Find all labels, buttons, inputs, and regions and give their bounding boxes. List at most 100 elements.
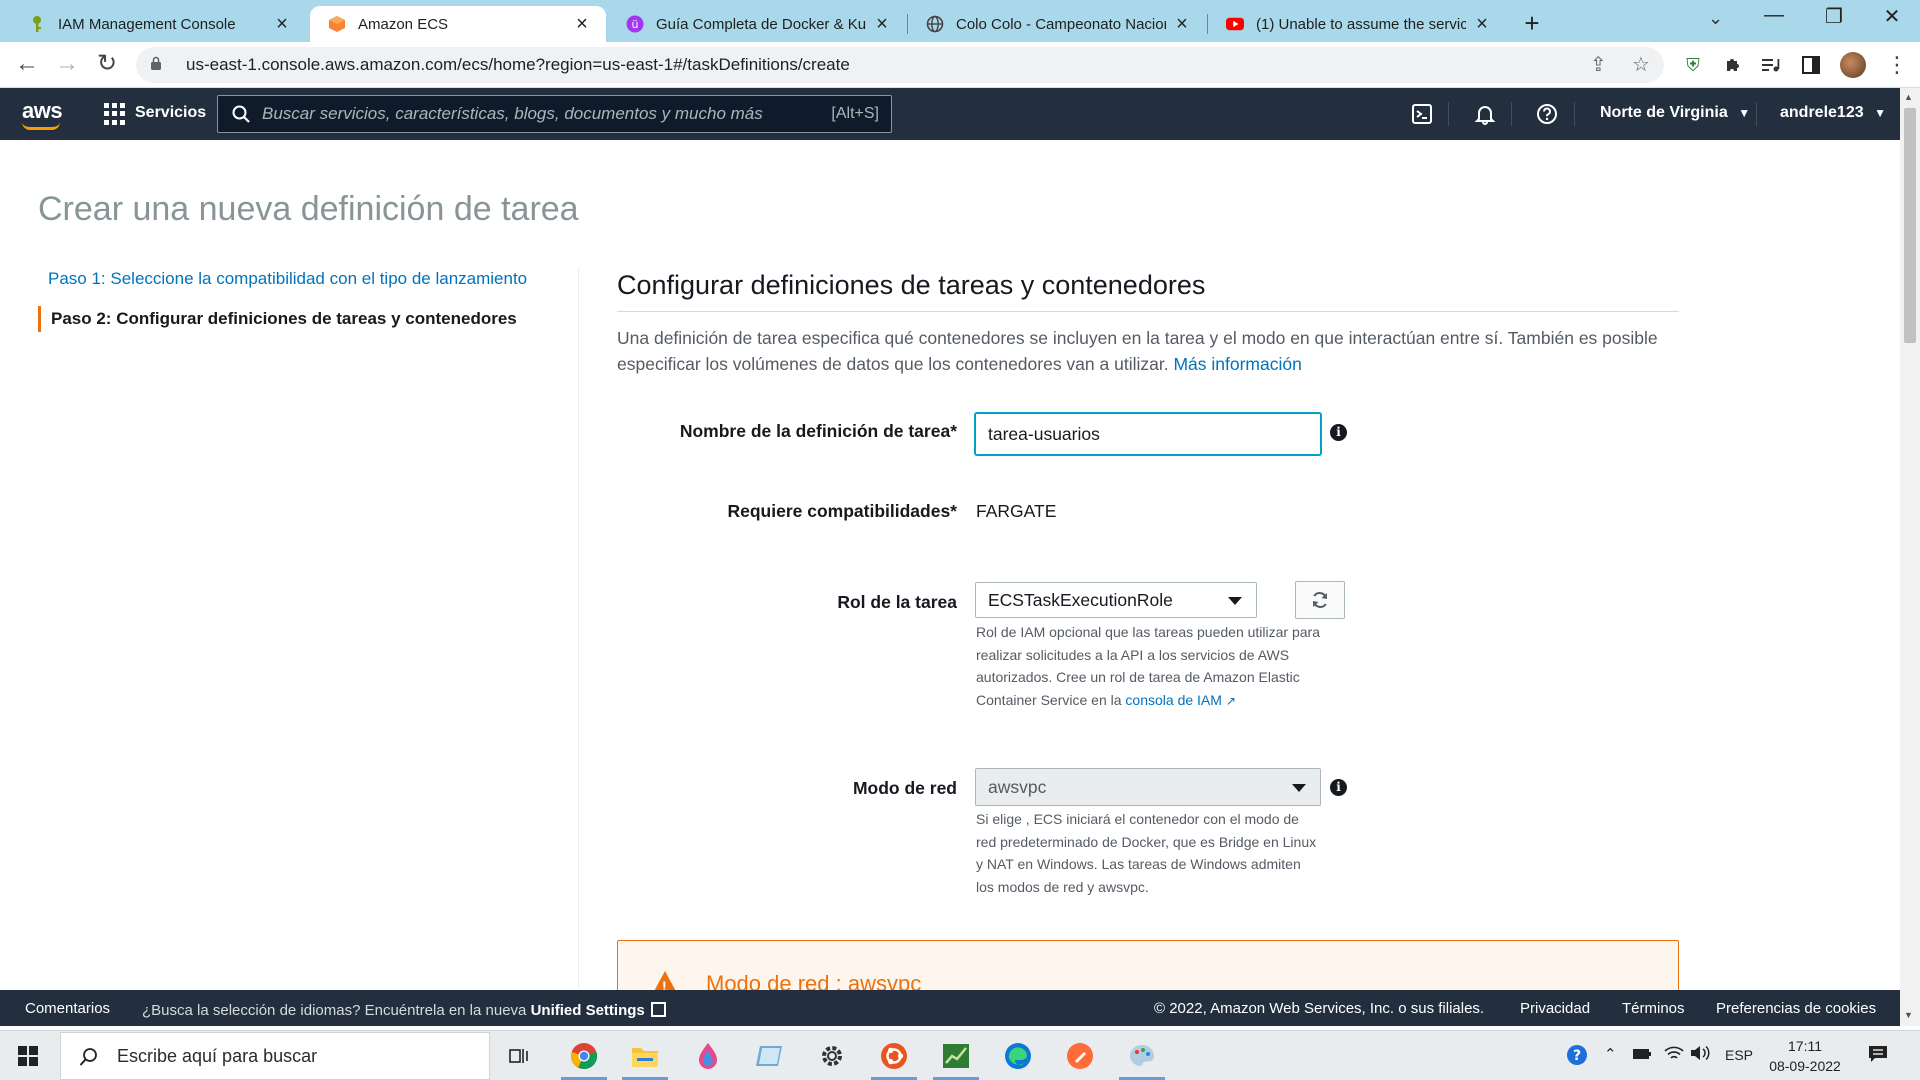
- postman-icon[interactable]: [1064, 1040, 1096, 1072]
- compatibilities-label: Requiere compatibilidades*: [727, 501, 957, 521]
- taskbar-clock[interactable]: 17:11 08-09-2022: [1750, 1036, 1860, 1076]
- aws-footer: Comentarios ¿Busca la selección de idiom…: [0, 990, 1900, 1026]
- info-icon[interactable]: i: [1330, 424, 1347, 441]
- battery-icon[interactable]: [1632, 1047, 1652, 1065]
- restore-icon[interactable]: ❐: [1814, 4, 1854, 29]
- windows-start-icon[interactable]: [18, 1046, 38, 1066]
- puzzle-extensions-icon[interactable]: [1722, 54, 1744, 76]
- input-language[interactable]: ESP: [1725, 1047, 1753, 1063]
- media-queue-icon[interactable]: [1760, 54, 1782, 76]
- notebook-app-icon[interactable]: [754, 1040, 786, 1072]
- edge-browser-icon[interactable]: [1002, 1040, 1034, 1072]
- close-tab-icon[interactable]: ×: [572, 13, 592, 36]
- feedback-link[interactable]: Comentarios: [25, 1000, 110, 1017]
- tab-title: IAM Management Console: [58, 15, 236, 33]
- paint-palette-icon[interactable]: [1126, 1040, 1158, 1072]
- page-title: Crear una nueva definición de tarea: [38, 190, 579, 228]
- privacy-link[interactable]: Privacidad: [1520, 1000, 1590, 1017]
- close-tab-icon[interactable]: ×: [1172, 13, 1192, 36]
- tab-search-chevron-icon[interactable]: ⌄: [1708, 8, 1723, 29]
- paint-drop-icon[interactable]: [692, 1040, 724, 1072]
- settings-gear-icon[interactable]: [816, 1040, 848, 1072]
- tab-amazon-ecs[interactable]: Amazon ECS ×: [310, 6, 606, 42]
- services-menu[interactable]: Servicios: [135, 104, 206, 122]
- taskbar-search[interactable]: Escribe aquí para buscar: [60, 1032, 490, 1080]
- network-mode-value: awsvpc: [988, 776, 1047, 797]
- back-arrow-icon[interactable]: ←: [12, 50, 42, 80]
- cloudshell-icon[interactable]: [1409, 101, 1435, 127]
- aws-ecs-icon: [328, 15, 346, 33]
- more-menu-icon[interactable]: ⋮: [1886, 52, 1908, 78]
- info-icon[interactable]: i: [1330, 779, 1347, 796]
- tab-title: Colo Colo - Campeonato Nacion: [956, 15, 1166, 33]
- tab-title: (1) Unable to assume the service: [1256, 15, 1466, 33]
- ubuntu-icon[interactable]: [878, 1040, 910, 1072]
- services-grid-icon[interactable]: [104, 103, 126, 125]
- minimize-icon[interactable]: —: [1754, 4, 1794, 27]
- stock-chart-app-icon[interactable]: [940, 1040, 972, 1072]
- nav-divider: [1448, 102, 1449, 126]
- task-name-input[interactable]: [975, 413, 1321, 455]
- key-icon: [28, 15, 46, 33]
- tab-colo-colo[interactable]: Colo Colo - Campeonato Nacion ×: [908, 6, 1206, 42]
- close-tab-icon[interactable]: ×: [1472, 13, 1492, 36]
- svg-text:?: ?: [1573, 1048, 1581, 1064]
- address-bar[interactable]: us-east-1.console.aws.amazon.com/ecs/hom…: [136, 47, 1664, 83]
- copyright-text: © 2022, Amazon Web Services, Inc. o sus …: [1154, 1000, 1485, 1017]
- scroll-up-arrow-icon[interactable]: ▲: [1904, 92, 1913, 102]
- cookie-preferences-link[interactable]: Preferencias de cookies: [1716, 1000, 1876, 1017]
- iam-console-link[interactable]: consola de IAM ↗: [1125, 692, 1235, 708]
- reload-icon[interactable]: ↻: [92, 50, 122, 80]
- task-role-select[interactable]: ECSTaskExecutionRole: [975, 582, 1257, 618]
- terms-link[interactable]: Términos: [1622, 1000, 1685, 1017]
- close-window-icon[interactable]: ✕: [1872, 4, 1912, 29]
- unified-settings-link[interactable]: Unified Settings: [531, 1002, 645, 1019]
- content-divider: [578, 268, 579, 988]
- nav-divider: [1756, 102, 1757, 126]
- tab-iam-console[interactable]: IAM Management Console ×: [10, 6, 306, 42]
- close-tab-icon[interactable]: ×: [272, 13, 292, 36]
- taskbar-search-placeholder: Escribe aquí para buscar: [117, 1045, 318, 1066]
- page-scrollbar[interactable]: ▲ ▼: [1900, 88, 1920, 1026]
- scroll-down-arrow-icon[interactable]: ▼: [1904, 1010, 1913, 1020]
- bookmark-star-icon[interactable]: ☆: [1632, 52, 1650, 77]
- account-menu[interactable]: andrele123 ▼: [1780, 104, 1886, 122]
- new-tab-plus-icon[interactable]: +: [1520, 8, 1544, 39]
- volume-icon[interactable]: [1690, 1045, 1712, 1065]
- step-1-link[interactable]: Paso 1: Seleccione la compatibilidad con…: [38, 264, 578, 294]
- profile-avatar[interactable]: [1840, 52, 1866, 78]
- side-panel-icon[interactable]: [1800, 54, 1822, 76]
- network-mode-select[interactable]: awsvpc: [975, 768, 1321, 806]
- task-role-label: Rol de la tarea: [837, 592, 957, 612]
- aws-search-input[interactable]: [262, 104, 832, 124]
- lock-icon: [150, 56, 172, 74]
- shield-extension-icon[interactable]: ⛨: [1682, 54, 1704, 76]
- scroll-thumb[interactable]: [1904, 108, 1916, 343]
- url-text: us-east-1.console.aws.amazon.com/ecs/hom…: [186, 55, 850, 74]
- close-tab-icon[interactable]: ×: [872, 13, 892, 36]
- windows-taskbar: Escribe aquí para buscar ? ⌃ ESP 17:11 0…: [0, 1030, 1920, 1080]
- account-name: andrele123: [1780, 104, 1864, 121]
- notifications-bell-icon[interactable]: [1472, 101, 1498, 127]
- forward-arrow-icon[interactable]: →: [52, 50, 82, 80]
- aws-logo[interactable]: aws: [22, 98, 63, 124]
- help-tray-icon[interactable]: ?: [1566, 1044, 1588, 1070]
- section-divider: [617, 311, 1679, 312]
- compatibilities-value: FARGATE: [976, 501, 1057, 521]
- network-mode-help: Si elige , ECS iniciará el contenedor co…: [976, 811, 1317, 895]
- clock-date: 08-09-2022: [1769, 1058, 1841, 1074]
- help-icon[interactable]: [1534, 101, 1560, 127]
- tab-docker-course[interactable]: ü Guía Completa de Docker & Kub ×: [608, 6, 906, 42]
- aws-search-box[interactable]: [Alt+S]: [217, 95, 892, 133]
- file-explorer-icon[interactable]: [629, 1040, 661, 1072]
- chevron-up-icon[interactable]: ⌃: [1604, 1045, 1617, 1063]
- wifi-icon[interactable]: [1664, 1045, 1684, 1065]
- region-selector[interactable]: Norte de Virginia ▼: [1600, 104, 1750, 122]
- tab-youtube[interactable]: (1) Unable to assume the service ×: [1208, 6, 1506, 42]
- more-info-link[interactable]: Más información: [1173, 354, 1301, 374]
- refresh-roles-button[interactable]: [1295, 581, 1345, 619]
- task-view-icon[interactable]: [504, 1040, 536, 1072]
- share-icon[interactable]: ⇪: [1590, 52, 1607, 77]
- chrome-icon[interactable]: [568, 1040, 600, 1072]
- notifications-icon[interactable]: [1868, 1045, 1888, 1067]
